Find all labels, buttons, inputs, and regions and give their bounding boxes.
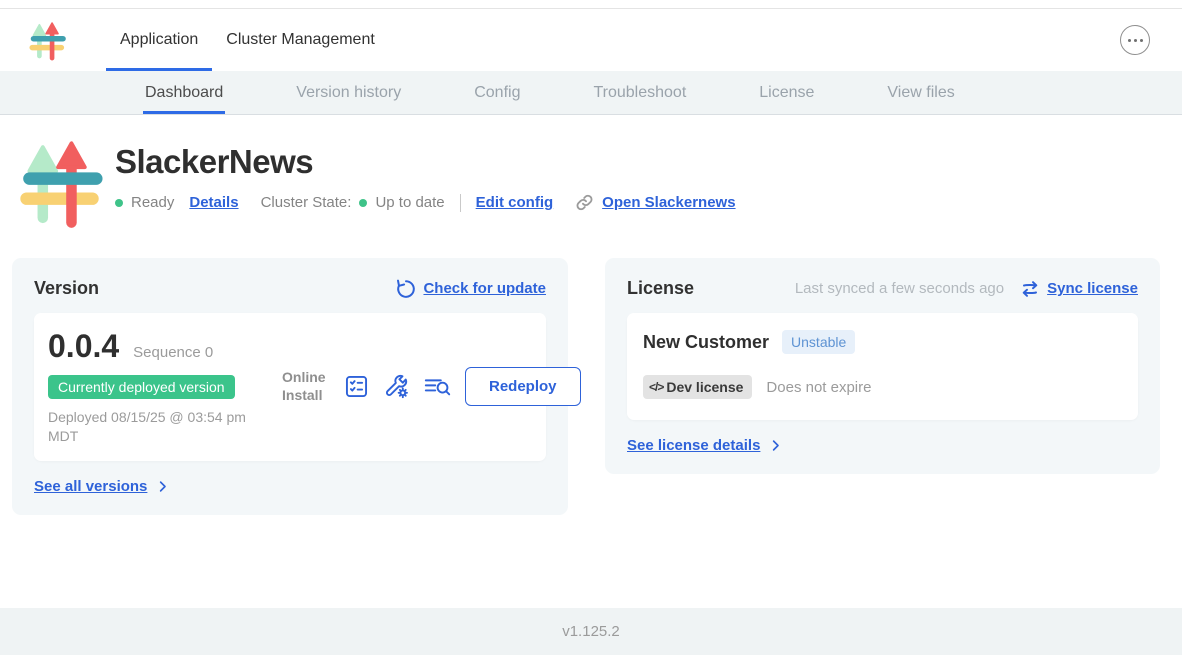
see-all-versions-link[interactable]: See all versions xyxy=(34,478,147,495)
app-status-row: Ready Details Cluster State: Up to date … xyxy=(115,193,736,212)
see-all-versions[interactable]: See all versions xyxy=(34,478,546,495)
app-status-text: Ready xyxy=(131,194,174,211)
link-icon xyxy=(575,193,594,212)
chevron-right-icon xyxy=(768,438,783,453)
deployed-timestamp: Deployed 08/15/25 @ 03:54 pm MDT xyxy=(48,408,263,446)
last-synced-text: Last synced a few seconds ago xyxy=(795,280,1004,297)
open-app-link[interactable]: Open Slackernews xyxy=(602,194,735,211)
tab-dashboard[interactable]: Dashboard xyxy=(145,71,223,114)
customer-name: New Customer xyxy=(643,332,769,353)
check-for-update-link[interactable]: Check for update xyxy=(423,280,546,297)
app-head-text: SlackerNews Ready Details Cluster State:… xyxy=(115,135,736,228)
version-sequence: Sequence 0 xyxy=(133,344,213,361)
tab-version-history[interactable]: Version history xyxy=(296,71,401,114)
app-head-block: SlackerNews Ready Details Cluster State:… xyxy=(17,135,1160,228)
file-search-icon[interactable] xyxy=(423,373,452,400)
version-number-row: 0.0.4 Sequence 0 xyxy=(48,328,270,365)
license-type-label: Dev license xyxy=(666,379,743,395)
app-logo-large-icon xyxy=(17,135,103,228)
license-card-title: License xyxy=(627,278,694,299)
kots-admin-page: Application Cluster Management Dashboard… xyxy=(0,0,1182,655)
channel-badge: Unstable xyxy=(782,330,855,354)
tab-troubleshoot[interactable]: Troubleshoot xyxy=(593,71,686,114)
console-version: v1.125.2 xyxy=(562,623,620,640)
cluster-state-label: Cluster State: xyxy=(261,194,352,211)
dashboard-cards: Version Check for update xyxy=(12,258,1160,515)
app-footer: v1.125.2 xyxy=(0,608,1182,655)
license-card: License Last synced a few seconds ago Sy… xyxy=(605,258,1160,474)
tab-dashboard-label: Dashboard xyxy=(145,84,223,102)
tab-view-files[interactable]: View files xyxy=(887,71,954,114)
tab-view-files-label: View files xyxy=(887,84,954,102)
tab-application[interactable]: Application xyxy=(106,9,212,71)
version-actions: Online Install xyxy=(282,367,581,406)
tab-cluster-management[interactable]: Cluster Management xyxy=(212,9,389,71)
license-panel: New Customer Unstable </> Dev license Do… xyxy=(627,313,1138,420)
current-version-panel: 0.0.4 Sequence 0 Currently deployed vers… xyxy=(34,313,546,461)
top-divider xyxy=(0,0,1182,9)
tab-version-history-label: Version history xyxy=(296,84,401,102)
app-subnav: Dashboard Version history Config Trouble… xyxy=(0,71,1182,115)
version-info: 0.0.4 Sequence 0 Currently deployed vers… xyxy=(48,328,270,446)
customer-row: New Customer Unstable xyxy=(643,330,1120,354)
app-header: Application Cluster Management xyxy=(0,9,1182,71)
license-card-head: License Last synced a few seconds ago Sy… xyxy=(627,278,1138,299)
install-type-label: Online Install xyxy=(282,369,330,404)
code-icon: </> xyxy=(649,380,663,394)
deployed-badge: Currently deployed version xyxy=(48,375,235,399)
tab-troubleshoot-label: Troubleshoot xyxy=(593,84,686,102)
tab-cluster-management-label: Cluster Management xyxy=(226,31,375,49)
cluster-state-value: Up to date xyxy=(375,194,444,211)
header-tabs: Application Cluster Management xyxy=(106,9,389,71)
tab-config[interactable]: Config xyxy=(474,71,520,114)
version-card: Version Check for update xyxy=(12,258,568,515)
sync-icon xyxy=(1020,279,1040,299)
sync-license-link[interactable]: Sync license xyxy=(1047,280,1138,297)
tab-license[interactable]: License xyxy=(759,71,814,114)
sync-license[interactable]: Sync license xyxy=(1020,279,1138,299)
license-meta-row: </> Dev license Does not expire xyxy=(643,375,1120,399)
app-logo-small-icon xyxy=(28,18,66,62)
wrench-gear-icon[interactable] xyxy=(383,373,410,400)
tab-application-label: Application xyxy=(120,31,198,49)
status-divider xyxy=(460,194,461,212)
tab-config-label: Config xyxy=(474,84,520,102)
cluster-state-dot xyxy=(359,199,367,207)
kebab-menu-icon[interactable] xyxy=(1120,25,1150,55)
chevron-right-icon xyxy=(155,479,170,494)
app-status-dot xyxy=(115,199,123,207)
version-card-head: Version Check for update xyxy=(34,278,546,299)
version-card-title: Version xyxy=(34,278,99,299)
license-type-badge: </> Dev license xyxy=(643,375,752,399)
license-expiry: Does not expire xyxy=(766,379,871,396)
refresh-icon xyxy=(396,279,416,299)
main-content: SlackerNews Ready Details Cluster State:… xyxy=(0,115,1182,608)
checklist-icon[interactable] xyxy=(343,373,370,400)
header-spacer xyxy=(389,9,1120,71)
page-title: SlackerNews xyxy=(115,143,736,181)
details-link[interactable]: Details xyxy=(189,194,238,211)
check-for-update[interactable]: Check for update xyxy=(396,279,546,299)
see-license-details-link[interactable]: See license details xyxy=(627,437,760,454)
version-number: 0.0.4 xyxy=(48,328,119,365)
tab-license-label: License xyxy=(759,84,814,102)
edit-config-link[interactable]: Edit config xyxy=(476,194,554,211)
version-row: 0.0.4 Sequence 0 Currently deployed vers… xyxy=(48,328,534,446)
see-license-details[interactable]: See license details xyxy=(627,437,1138,454)
redeploy-button[interactable]: Redeploy xyxy=(465,367,581,406)
